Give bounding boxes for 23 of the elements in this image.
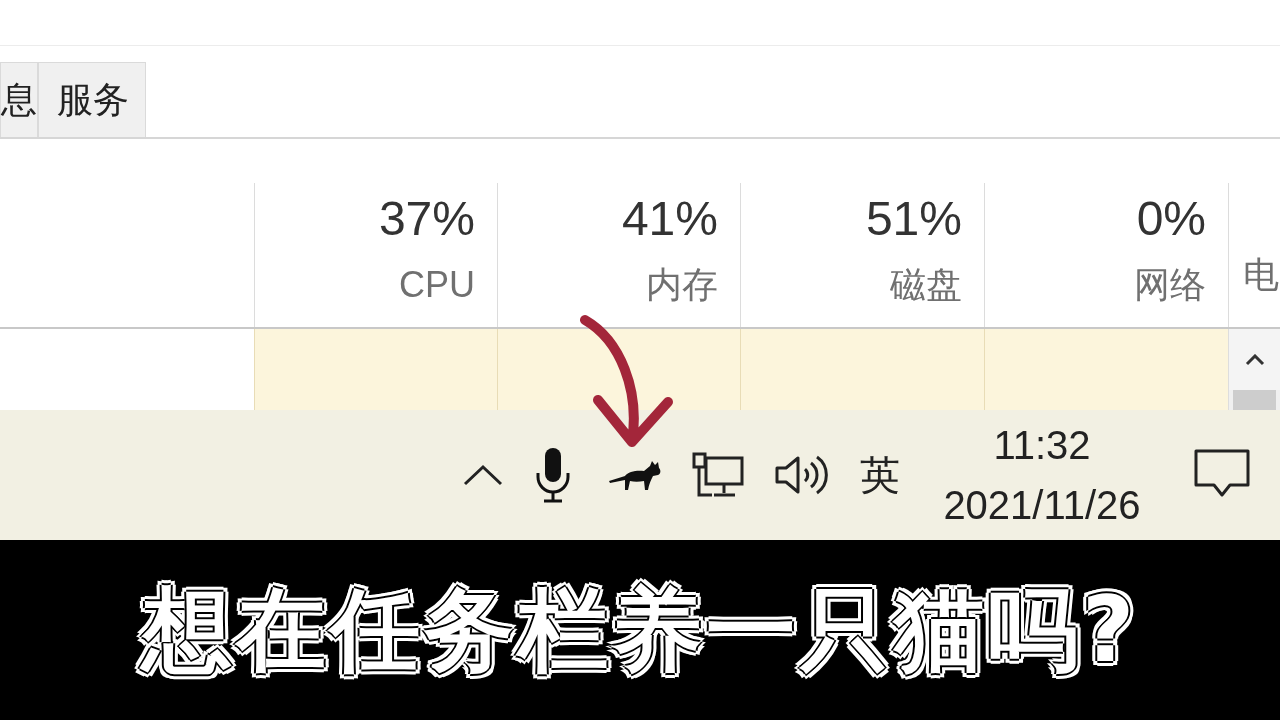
- speaker-icon[interactable]: [774, 453, 830, 497]
- column-usage-value: 51%: [865, 191, 962, 247]
- clock-date: 2021/11/26: [943, 482, 1141, 528]
- column-usage-value: 37%: [378, 191, 475, 247]
- caption-text: 想在任务栏养一只猫吗?: [141, 576, 1139, 684]
- input-method-button[interactable]: 英: [860, 451, 900, 499]
- scroll-up-button[interactable]: [1229, 329, 1280, 390]
- column-header-label: 电: [1243, 253, 1279, 297]
- column-header-label: 磁盘: [890, 263, 962, 307]
- cat-icon[interactable]: [608, 459, 662, 491]
- column-header-label: 网络: [1134, 263, 1206, 307]
- column-header-label: CPU: [399, 263, 475, 307]
- chevron-up-icon[interactable]: [462, 463, 504, 487]
- column-usage-value: 41%: [621, 191, 718, 247]
- tab[interactable]: 息: [0, 62, 38, 137]
- tab[interactable]: 服务: [38, 62, 146, 137]
- column-header-label: 内存: [646, 263, 718, 307]
- chevron-up-icon: [1244, 353, 1265, 366]
- clock-time: 11:32: [993, 422, 1091, 468]
- microphone-icon[interactable]: [534, 447, 572, 503]
- scrollbar-thumb[interactable]: [1233, 390, 1276, 410]
- network-monitor-icon[interactable]: [692, 452, 744, 498]
- column-usage-value: 0%: [1136, 191, 1206, 247]
